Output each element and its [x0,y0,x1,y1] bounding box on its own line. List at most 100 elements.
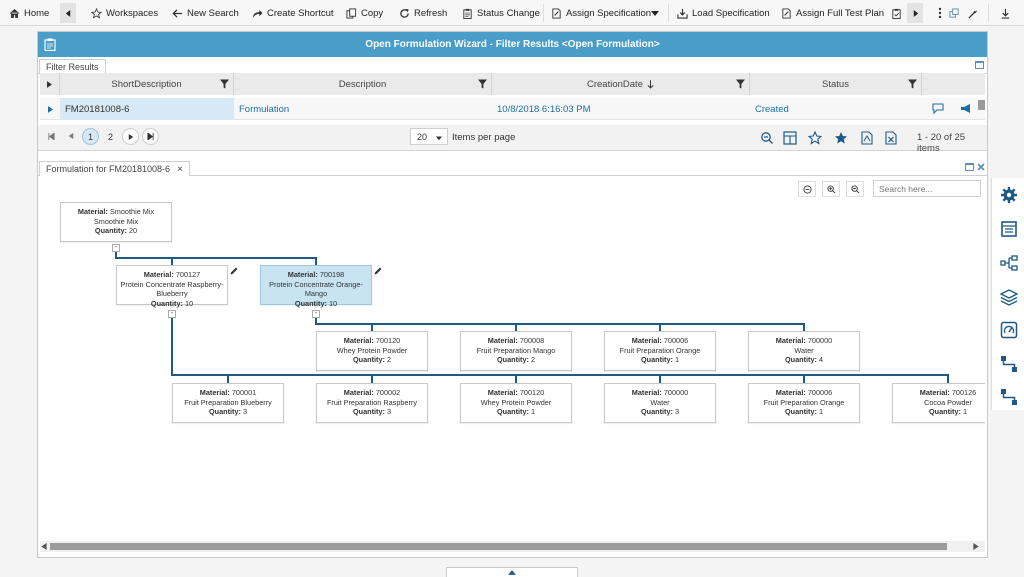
tree-node[interactable]: Material: 700120 Whey Protein Powder Qua… [316,331,428,371]
tree-node[interactable]: Material: 700127 Protein Concentrate Ras… [116,265,228,308]
caret-right-icon [128,133,133,140]
scroll-left-button[interactable] [60,3,76,23]
grid-scrollbar-thumb[interactable] [978,100,985,110]
workspaces-button[interactable]: Workspaces [91,0,158,26]
expand-all-column[interactable] [40,73,60,95]
tree-node[interactable]: Material: 700120 Whey Protein Powder Qua… [460,383,572,423]
bottom-panel-toggle[interactable] [446,567,578,577]
collapse-node-button[interactable]: - [168,310,176,318]
load-specification-label: Load Specification [692,7,770,19]
caret-right-icon[interactable] [973,543,979,550]
close-icon[interactable] [977,163,985,171]
last-page-button[interactable] [142,128,159,145]
hierarchy-icon[interactable] [1000,254,1018,272]
create-shortcut-button[interactable]: Create Shortcut [252,0,334,26]
page-1-button[interactable]: 1 [82,128,99,145]
tree-connector [115,257,317,259]
first-page-button[interactable] [45,130,57,142]
export-pdf-icon[interactable] [860,131,874,145]
scrollbar-thumb[interactable] [50,543,947,550]
maximize-icon[interactable] [965,163,974,171]
tree-node[interactable]: Material: 700000 Water Quantity: 4 [748,331,860,371]
windows-button[interactable] [949,0,960,26]
page-2-button[interactable]: 2 [102,128,119,145]
column-chooser-icon[interactable] [783,131,797,145]
layers-icon[interactable] [1000,288,1018,306]
dashboard-gauge-icon[interactable] [1000,321,1018,339]
filter-icon[interactable] [478,79,487,89]
tree-node[interactable]: Material: 700000 Water Quantity: 3 [604,383,716,423]
tools-button[interactable] [967,0,978,26]
collapse-node-button[interactable]: - [312,310,320,318]
assign-full-test-plan-button[interactable]: Assign Full Test Plan [781,0,884,26]
tree-connector [659,374,661,383]
column-header-description[interactable]: Description [234,73,492,95]
megaphone-icon[interactable] [960,103,972,114]
home-button[interactable]: Home [9,0,49,26]
tab-formulation[interactable]: Formulation for FM20181008-6 × [39,161,190,176]
tab-filter-results[interactable]: Filter Results [39,59,106,74]
caret-left-icon[interactable] [41,543,47,550]
row-expand-button[interactable] [40,98,60,120]
tree-horizontal-scrollbar[interactable] [40,541,985,552]
test-plan-extra-button[interactable] [891,0,902,26]
collapse-node-button[interactable]: - [112,244,120,252]
filter-icon[interactable] [908,79,917,89]
gear-icon[interactable] [1000,186,1018,204]
tree-node[interactable]: Material: 700006 Fruit Preparation Orang… [748,383,860,423]
assign-specification-button[interactable]: Assign Specification [551,0,651,26]
minus-circle-icon [802,184,812,194]
table-row[interactable]: FM20181008-6 Formulation 10/8/2018 6:16:… [40,98,985,120]
tree-node[interactable]: Material: 700126 Cocoa Powder Quantity: … [892,383,985,423]
maximize-icon[interactable] [975,61,984,69]
scroll-right-button[interactable] [907,3,923,23]
tree-node-root[interactable]: Material: Smoothie Mix Smoothie Mix Quan… [60,202,172,242]
more-options-button[interactable] [938,0,942,26]
previous-page-button[interactable] [65,130,77,142]
tree-search-input[interactable] [873,180,981,197]
star-filled-icon[interactable] [834,131,848,145]
refresh-button[interactable]: Refresh [399,0,447,26]
tree-node[interactable]: Material: 700002 Fruit Preparation Raspb… [316,383,428,423]
status-change-button[interactable]: Status Change [462,0,540,26]
edit-pencil-icon[interactable] [373,266,383,276]
next-page-button[interactable] [122,128,139,145]
close-tab-icon[interactable]: × [177,164,183,175]
column-header-status[interactable]: Status [750,73,922,95]
download-button[interactable] [1000,0,1011,26]
workflow-icon[interactable] [1000,388,1018,406]
tree-node[interactable]: Material: 700001 Fruit Preparation Blueb… [172,383,284,423]
zoom-out-icon[interactable] [760,131,774,145]
more-vertical-icon [938,7,942,19]
comment-edit-icon[interactable] [932,103,944,114]
clipboard-check-icon [892,8,901,19]
form-list-icon[interactable] [1000,220,1018,238]
tree-connector [803,374,805,383]
cell-short-description[interactable]: FM20181008-6 [60,98,234,120]
column-header-short-description[interactable]: ShortDescription [60,73,234,95]
export-excel-icon[interactable] [884,131,898,145]
star-outline-icon[interactable] [808,131,822,145]
tree-connector [947,374,949,383]
load-specification-button[interactable]: Load Specification [677,0,770,26]
zoom-in-button[interactable] [822,181,840,197]
tree-connector [515,323,517,331]
zoom-out-button[interactable] [846,181,864,197]
cell-description[interactable]: Formulation [234,98,492,120]
right-sidebar [991,178,1024,410]
tree-node-selected[interactable]: Material: 700198 Protein Concentrate Ora… [260,265,372,308]
cell-status[interactable]: Created [750,98,922,120]
filter-icon[interactable] [736,79,745,89]
filter-icon[interactable] [220,79,229,89]
collapse-all-button[interactable] [798,181,816,197]
tree-node[interactable]: Material: 700008 Fruit Preparation Mango… [460,331,572,371]
page-size-select[interactable]: 20 [410,128,448,145]
workflow-icon[interactable] [1000,355,1018,373]
tree-node[interactable]: Material: 700006 Fruit Preparation Orang… [604,331,716,371]
assign-specification-dropdown[interactable] [651,0,659,26]
edit-pencil-icon[interactable] [229,266,239,276]
cell-creation-date[interactable]: 10/8/2018 6:16:03 PM [492,98,750,120]
new-search-button[interactable]: New Search [172,0,239,26]
column-header-creation-date[interactable]: CreationDate [492,73,750,95]
copy-button[interactable]: Copy [346,0,383,26]
